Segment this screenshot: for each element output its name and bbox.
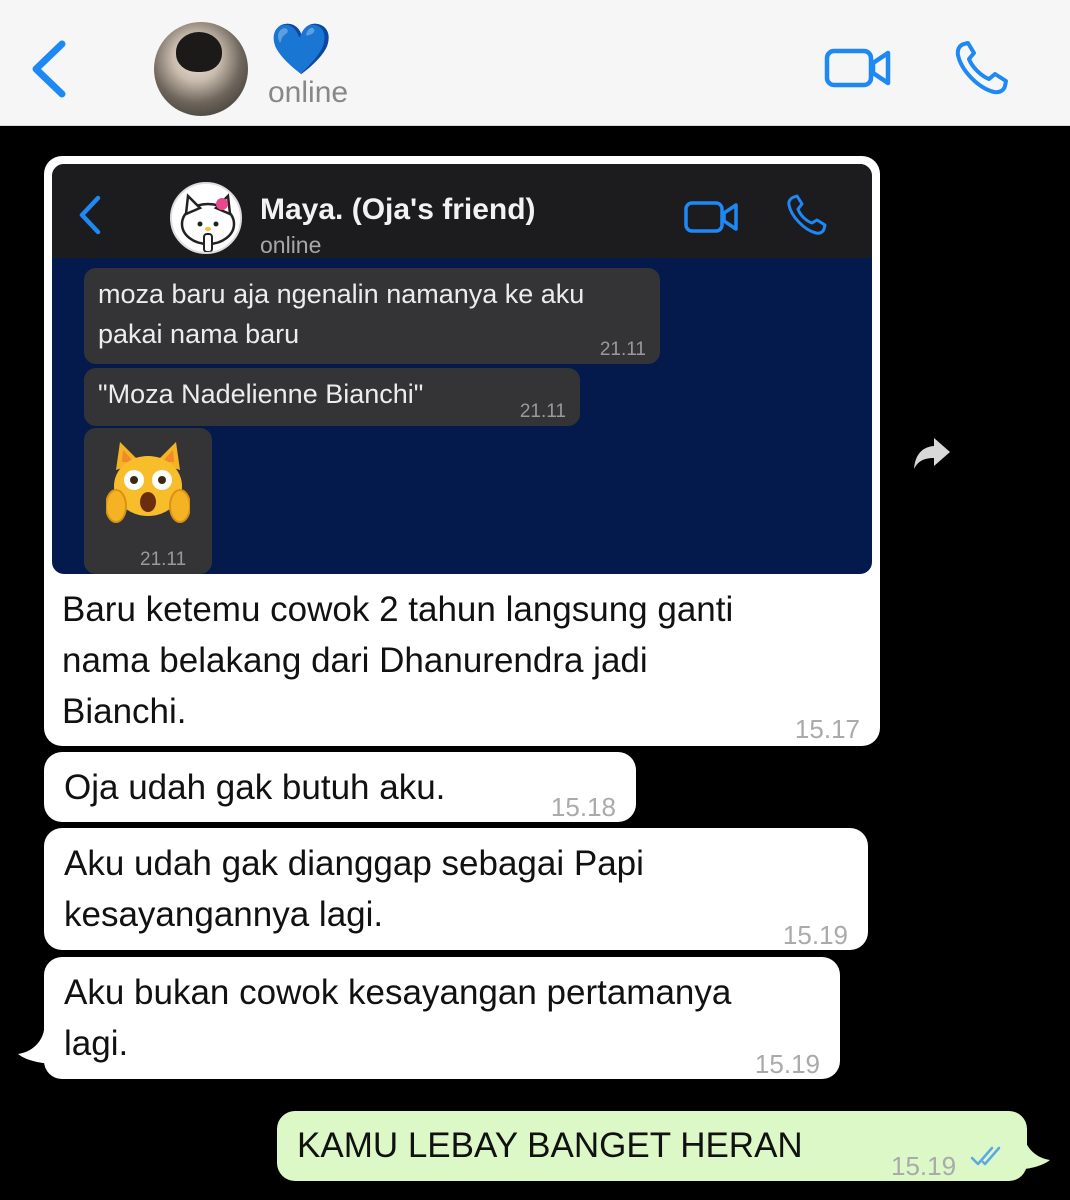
message-time: 15.17 bbox=[794, 714, 860, 744]
screenshot-message-text: moza baru aja ngenalin namanya ke aku pa… bbox=[98, 279, 585, 349]
video-camera-icon bbox=[684, 201, 738, 233]
message-time: 15.19 bbox=[782, 920, 848, 950]
contact-name[interactable]: 💙 bbox=[270, 22, 332, 76]
screenshot-message-time: 21.11 bbox=[599, 339, 646, 360]
screenshot-message: "Moza Nadelienne Bianchi" 21.11 bbox=[84, 368, 580, 426]
message-bubble-outgoing[interactable]: KAMU LEBAY BANGET HERAN 15.19 bbox=[277, 1111, 1027, 1181]
screenshot-message-time: 21.11 bbox=[140, 549, 187, 570]
screenshot-header: Maya. (Oja's friend) online bbox=[52, 164, 872, 258]
screenshot-message-time: 21.11 bbox=[519, 401, 566, 422]
message-text: Oja udah gak butuh aku. bbox=[64, 768, 446, 807]
avatar[interactable] bbox=[154, 22, 248, 116]
chat-header: 💙 online bbox=[0, 0, 1070, 126]
phone-icon[interactable] bbox=[954, 40, 1008, 96]
message-text: Aku bukan cowok kesayangan pertamanya la… bbox=[64, 973, 732, 1063]
screenshot-contact-status: online bbox=[260, 232, 322, 258]
screenshot-message-text: "Moza Nadelienne Bianchi" bbox=[98, 379, 424, 409]
video-camera-icon[interactable] bbox=[824, 46, 892, 90]
message-time: 15.19 bbox=[754, 1049, 820, 1079]
message-text: Aku udah gak dianggap sebagai Papi kesay… bbox=[64, 844, 644, 934]
chevron-left-icon bbox=[79, 195, 101, 235]
contact-status: online bbox=[268, 76, 349, 109]
screenshot-message: moza baru aja ngenalin namanya ke aku pa… bbox=[84, 268, 660, 364]
shocked-cat-icon bbox=[106, 442, 190, 523]
chevron-left-icon[interactable] bbox=[28, 38, 72, 100]
read-receipt-icon bbox=[970, 1146, 1001, 1166]
message-time: 15.18 bbox=[550, 792, 616, 822]
message-text: Baru ketemu cowok 2 tahun langsung ganti… bbox=[62, 590, 734, 731]
message-bubble-incoming[interactable]: Aku udah gak dianggap sebagai Papi kesay… bbox=[44, 828, 868, 950]
message-bubble-forwarded[interactable]: Maya. (Oja's friend) online moza baru aj… bbox=[44, 156, 880, 746]
forward-icon[interactable] bbox=[912, 436, 952, 472]
message-bubble-incoming[interactable]: Oja udah gak butuh aku. 15.18 bbox=[44, 752, 636, 822]
message-time: 15.19 bbox=[891, 1151, 957, 1181]
hello-kitty-icon bbox=[180, 193, 236, 252]
screenshot-avatar bbox=[170, 182, 242, 254]
forwarded-screenshot: Maya. (Oja's friend) online moza baru aj… bbox=[52, 164, 872, 574]
phone-icon bbox=[787, 194, 827, 235]
message-text: KAMU LEBAY BANGET HERAN bbox=[297, 1126, 803, 1165]
message-bubble-incoming[interactable]: Aku bukan cowok kesayangan pertamanya la… bbox=[44, 957, 840, 1079]
screenshot-message-emoji: 21.11 bbox=[84, 428, 212, 574]
